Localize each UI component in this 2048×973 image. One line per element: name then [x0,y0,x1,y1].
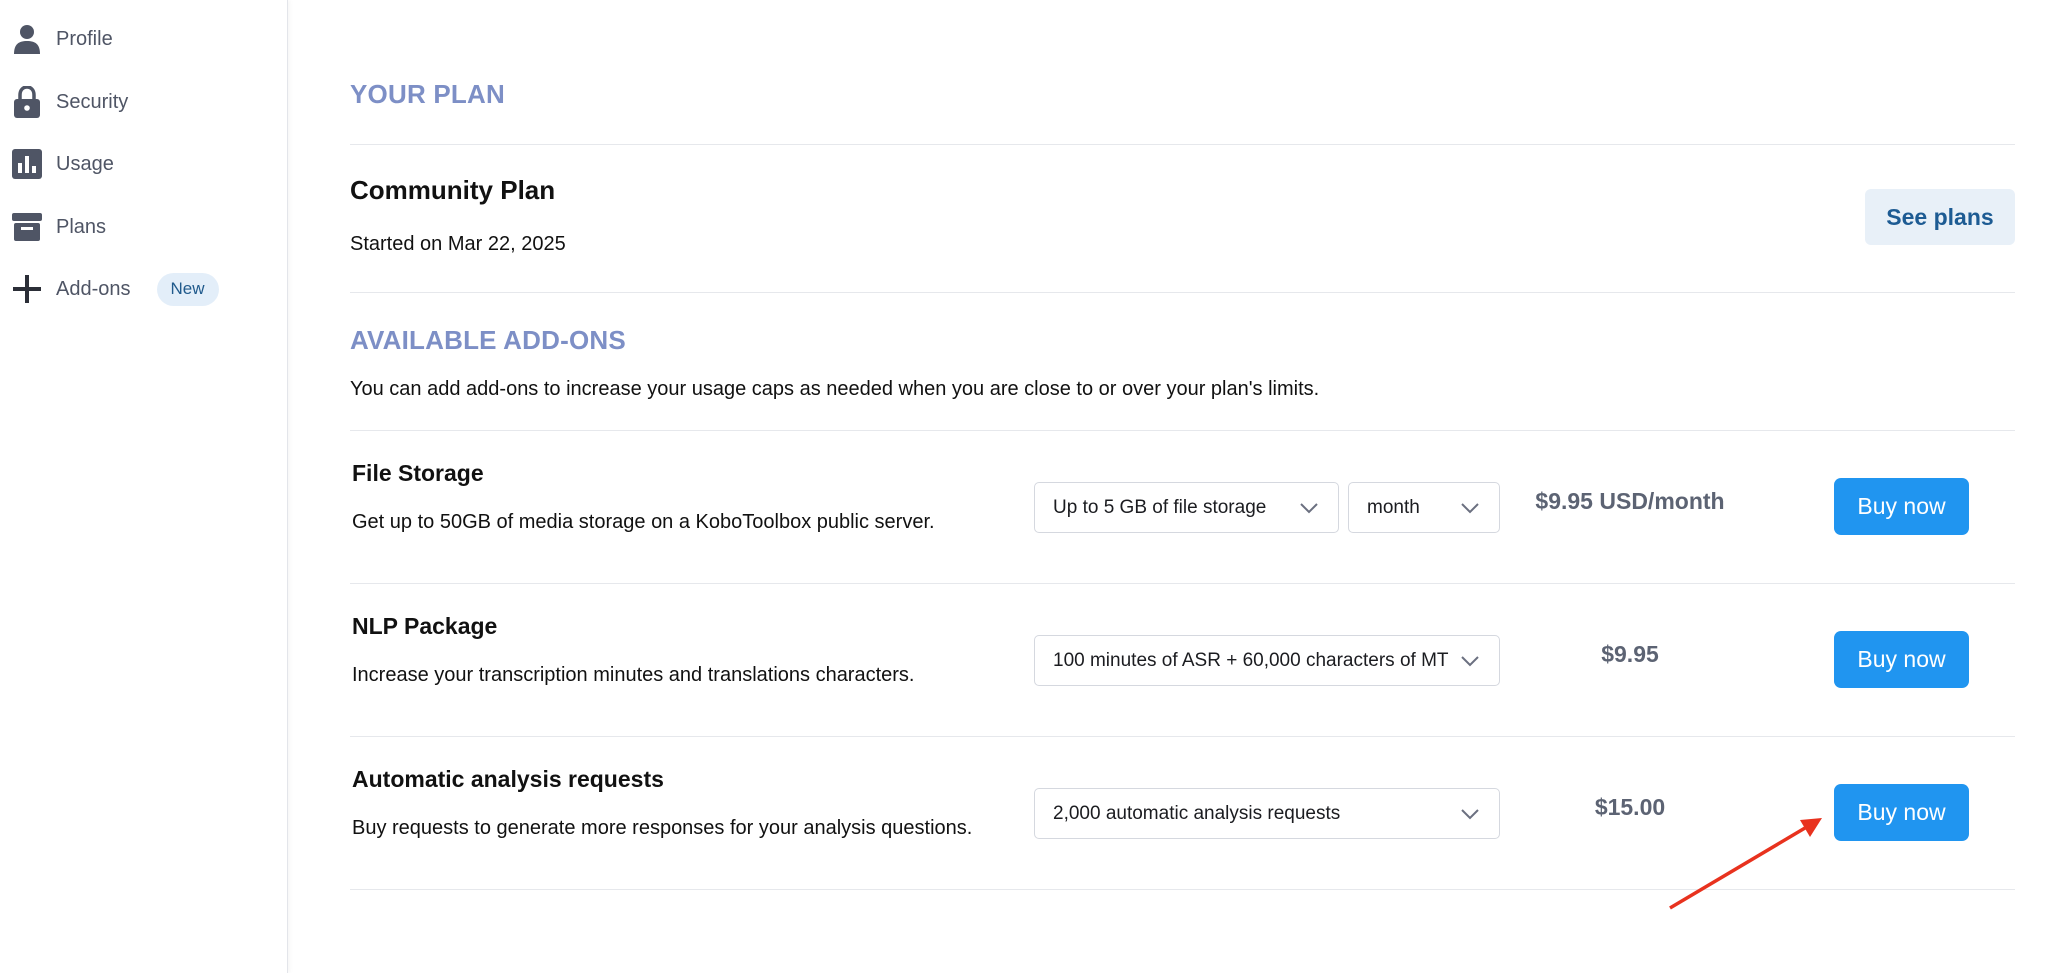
sidebar: Profile Security Usage Plans Add-ons New [0,0,288,973]
add-on-name: Automatic analysis requests [352,766,664,792]
nlp-package-select[interactable]: 100 minutes of ASR + 60,000 characters o… [1034,635,1500,686]
select-value: Up to 5 GB of file storage [1053,496,1267,518]
add-on-description: Increase your transcription minutes and … [352,664,915,686]
sidebar-item-label: Usage [56,152,114,175]
chevron-down-icon [1300,502,1318,513]
chevron-down-icon [1461,655,1479,666]
storage-amount-select[interactable]: Up to 5 GB of file storage [1034,482,1339,533]
available-add-ons-heading: AVAILABLE ADD-ONS [350,325,626,355]
add-on-name: NLP Package [352,613,498,639]
add-ons-description: You can add add-ons to increase your usa… [350,378,1320,400]
buy-now-button[interactable]: Buy now [1834,784,1969,841]
bar-chart-icon [12,149,42,179]
sidebar-item-usage[interactable]: Usage [0,140,287,188]
add-on-description: Get up to 50GB of media storage on a Kob… [352,511,935,533]
divider [350,144,2015,145]
add-on-description: Buy requests to generate more responses … [352,817,973,839]
sidebar-item-profile[interactable]: Profile [0,15,287,63]
plan-name: Community Plan [350,175,556,205]
sidebar-item-label: Security [56,90,129,113]
add-on-name: File Storage [352,460,484,486]
new-badge: New [156,272,219,306]
sidebar-item-plans[interactable]: Plans [0,203,287,251]
add-on-row-file-storage: File Storage Get up to 50GB of media sto… [350,430,2015,583]
your-plan-heading: YOUR PLAN [350,79,505,109]
sidebar-item-add-ons[interactable]: Add-ons New [0,265,287,313]
sidebar-item-security[interactable]: Security [0,78,287,126]
lock-icon [12,86,42,118]
add-on-row-nlp-package: NLP Package Increase your transcription … [350,583,2015,736]
buy-now-button[interactable]: Buy now [1834,631,1969,688]
select-value: 2,000 automatic analysis requests [1053,802,1341,824]
person-icon [12,24,42,54]
chevron-down-icon [1461,502,1479,513]
sidebar-item-label: Add-ons [56,277,131,300]
select-value: 100 minutes of ASR + 60,000 characters o… [1053,649,1449,671]
plans-icon [12,212,42,242]
sidebar-item-label: Plans [56,215,107,238]
chevron-down-icon [1461,808,1479,819]
sidebar-item-label: Profile [56,27,113,50]
plan-start-date: Started on Mar 22, 2025 [350,233,566,255]
billing-period-select[interactable]: month [1348,482,1500,533]
annotation-arrow-icon [1669,818,1822,910]
see-plans-button[interactable]: See plans [1865,189,2015,245]
divider [350,292,2015,293]
select-value: month [1367,496,1420,518]
analysis-requests-select[interactable]: 2,000 automatic analysis requests [1034,788,1500,839]
buy-now-button[interactable]: Buy now [1834,478,1969,535]
add-on-price: $9.95 USD/month [1535,488,1725,514]
add-on-price: $9.95 [1601,641,1659,667]
plus-icon [12,274,42,304]
